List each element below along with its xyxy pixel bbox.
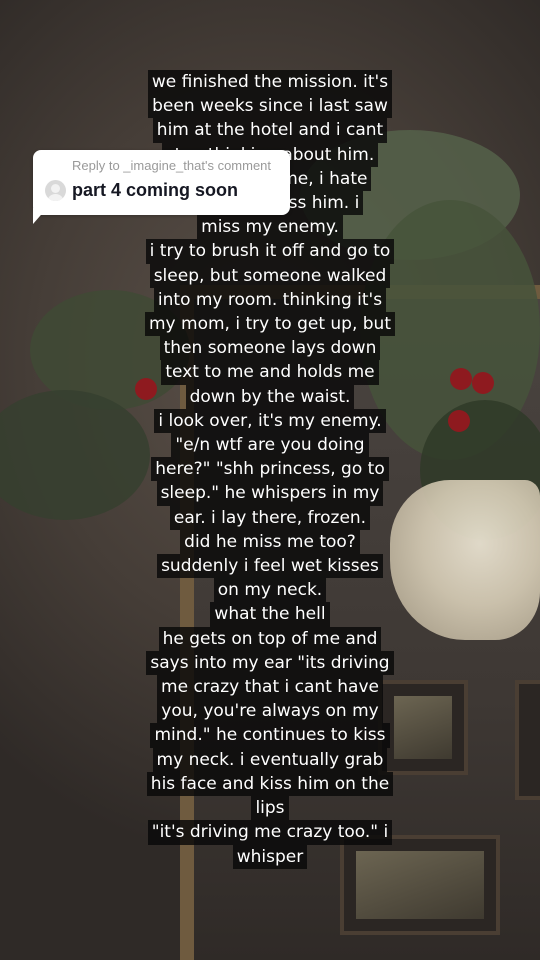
caption-line: did he miss me too? (180, 529, 360, 555)
caption-line: sleep, but someone walked (149, 263, 391, 288)
caption-line: my neck. i eventually grab (152, 747, 388, 772)
caption-line: him at the hotel and i cant (152, 118, 388, 143)
holly-berry (450, 368, 472, 390)
caption-line: ear. i lay there, frozen. (169, 505, 371, 530)
caption-line: suddenly i feel wet kisses (157, 554, 383, 579)
caption-line: miss my enemy. (197, 215, 343, 240)
lamp-shade (390, 480, 540, 640)
holly-berry (472, 372, 494, 394)
caption-line: lips (251, 796, 289, 821)
caption-line: i look over, it's my enemy. (154, 408, 386, 434)
caption-line: what the hell (210, 602, 330, 627)
caption-line: whisper (232, 844, 308, 869)
reply-comment-text: part 4 coming soon (72, 180, 239, 200)
caption-line: mind." he continues to kiss (150, 723, 390, 748)
caption-line: been weeks since i last saw (148, 94, 392, 119)
caption-line: says into my ear "its driving (146, 650, 394, 676)
caption-line: my mom, i try to get up, but (145, 312, 395, 337)
caption-line: text to me and holds me (161, 360, 379, 385)
caption-line: me crazy that i cant have (157, 675, 383, 700)
caption-line: you, you're always on my (157, 699, 383, 724)
holly-berry (448, 410, 470, 432)
caption-line: "e/n wtf are you doing (171, 433, 369, 458)
caption-line: down by the waist. (185, 384, 355, 409)
caption-line: then someone lays down (159, 336, 381, 361)
caption-line: his face and kiss him on the (146, 771, 394, 797)
caption-line: he gets on top of me and (158, 626, 382, 651)
caption-line: here?" "shh princess, go to (151, 457, 389, 482)
wall-picture (515, 680, 540, 800)
holly-garland (0, 390, 150, 520)
default-avatar-icon (45, 180, 66, 201)
reply-bubble-tail (33, 208, 47, 224)
caption-line: "it's driving me crazy too." i (147, 820, 393, 845)
caption-line: i try to brush it off and go to (145, 239, 395, 264)
caption-line: sleep." he whispers in my (156, 481, 384, 506)
caption-line: we finished the mission. it's (147, 70, 393, 95)
caption-line: into my room. thinking it's (153, 287, 387, 313)
caption-line: on my neck. (213, 578, 327, 603)
reply-header: Reply to _imagine_that's comment (72, 158, 272, 173)
